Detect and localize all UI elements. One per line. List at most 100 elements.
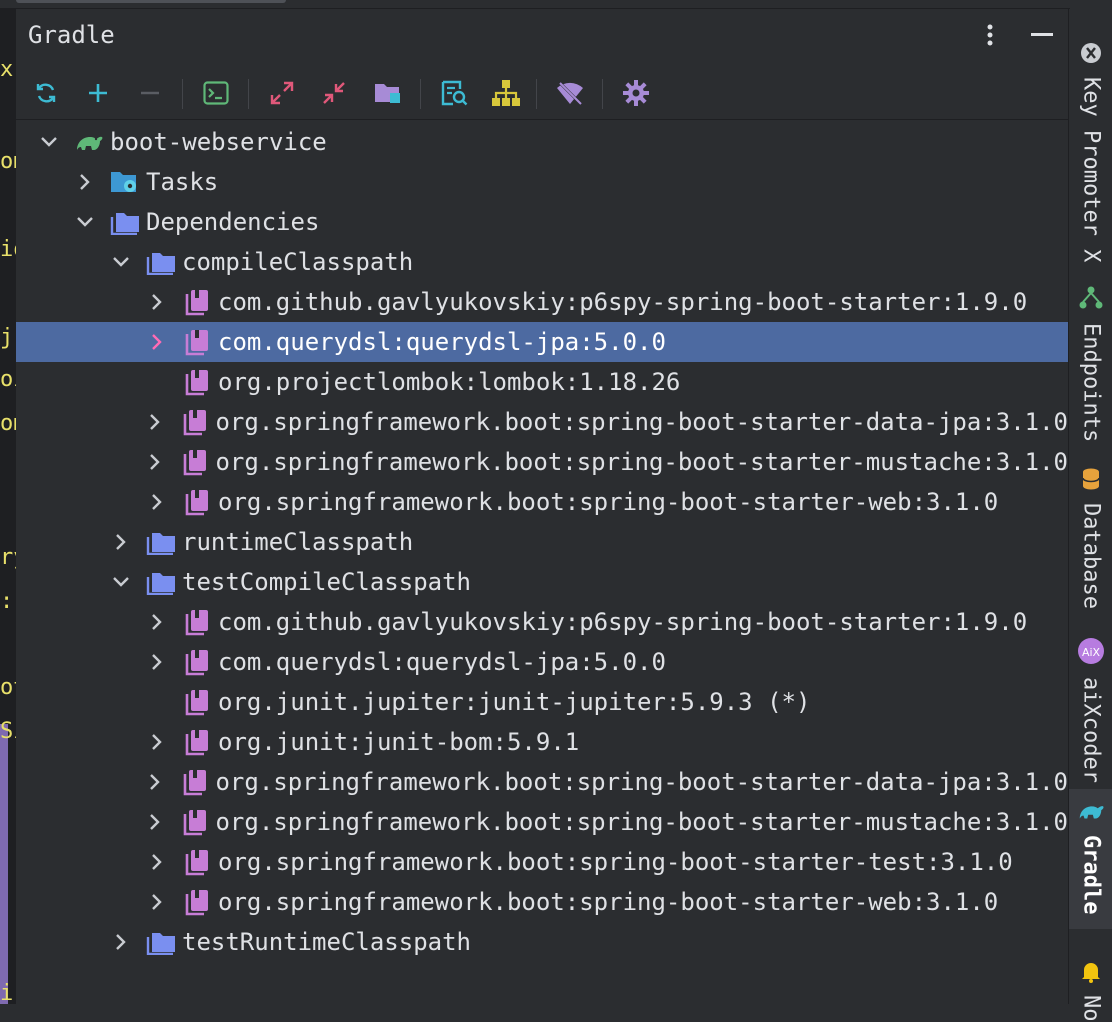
tool-window-title: Gradle bbox=[28, 21, 115, 49]
library-icon bbox=[182, 688, 212, 716]
gradle-toolbar bbox=[16, 67, 1068, 120]
chevron-right-icon[interactable] bbox=[144, 811, 166, 833]
toolbar-separator bbox=[420, 79, 421, 109]
tree-node[interactable]: org.springframework.boot:spring-boot-sta… bbox=[16, 442, 1068, 482]
tree-node[interactable]: org.springframework.boot:spring-boot-sta… bbox=[16, 402, 1068, 442]
editor-code-fragment: om bbox=[0, 411, 16, 436]
tree-node-label: compileClasspath bbox=[182, 248, 414, 276]
tree-node[interactable]: org.projectlombok:lombok:1.18.26 bbox=[16, 362, 1068, 402]
chevron-right-icon[interactable] bbox=[146, 651, 168, 673]
tool-stripe-button[interactable]: AiX aiXcoder bbox=[1069, 627, 1112, 783]
library-icon bbox=[180, 768, 210, 796]
tree-node[interactable]: runtimeClasspath bbox=[16, 522, 1068, 562]
tree-node[interactable]: org.springframework.boot:spring-boot-sta… bbox=[16, 762, 1068, 802]
tree-node-label: testCompileClasspath bbox=[182, 568, 471, 596]
minimize-icon[interactable] bbox=[1026, 19, 1058, 51]
tree-node[interactable]: testRuntimeClasspath bbox=[16, 922, 1068, 962]
tree-node[interactable]: org.springframework.boot:spring-boot-sta… bbox=[16, 482, 1068, 522]
tool-stripe-button[interactable]: No bbox=[1069, 949, 1112, 1022]
tree-node-label: org.projectlombok:lombok:1.18.26 bbox=[218, 368, 681, 396]
chevron-down-icon[interactable] bbox=[110, 251, 132, 273]
folder-icon bbox=[146, 568, 176, 596]
key-promoter-icon bbox=[1079, 41, 1103, 69]
chevron-right-icon[interactable] bbox=[110, 931, 132, 953]
chevron-right-icon[interactable] bbox=[110, 531, 132, 553]
gradle-tool-window: Gradle boot-webservice Tasks Dependencies c… bbox=[16, 9, 1068, 1004]
library-icon bbox=[182, 648, 212, 676]
editor-code-fragment: :: bbox=[0, 589, 16, 614]
tree-node-label: Dependencies bbox=[146, 208, 320, 236]
toggle-offline-icon[interactable] bbox=[552, 75, 588, 111]
add-icon[interactable] bbox=[80, 75, 116, 111]
chevron-down-icon[interactable] bbox=[110, 571, 132, 593]
more-options-icon[interactable] bbox=[976, 19, 1004, 51]
tool-stripe-label: Endpoints bbox=[1078, 323, 1104, 443]
settings-icon[interactable] bbox=[618, 75, 654, 111]
tree-node[interactable]: com.querydsl:querydsl-jpa:5.0.0 bbox=[16, 322, 1068, 362]
chevron-right-icon[interactable] bbox=[144, 771, 166, 793]
tree-node[interactable]: Tasks bbox=[16, 162, 1068, 202]
tool-stripe-label: No bbox=[1078, 995, 1104, 1022]
library-icon bbox=[182, 728, 212, 756]
chevron-right-icon[interactable] bbox=[146, 891, 168, 913]
chevron-right-icon[interactable] bbox=[146, 491, 168, 513]
tasks-folder-icon bbox=[110, 168, 140, 196]
svg-text:AiX: AiX bbox=[1082, 646, 1101, 659]
chevron-right-icon[interactable] bbox=[146, 731, 168, 753]
tree-node-label: Tasks bbox=[146, 168, 219, 196]
tool-stripe-button[interactable]: Database bbox=[1069, 457, 1112, 617]
tree-node-label: com.github.gavlyukovskiy:p6spy-spring-bo… bbox=[218, 288, 1028, 316]
collapse-all-icon[interactable] bbox=[316, 75, 352, 111]
library-icon bbox=[180, 408, 210, 436]
tree-node-label: org.springframework.boot:spring-boot-sta… bbox=[218, 848, 1013, 876]
chevron-right-icon[interactable] bbox=[144, 411, 166, 433]
tree-node[interactable]: Dependencies bbox=[16, 202, 1068, 242]
tree-node[interactable]: compileClasspath bbox=[16, 242, 1068, 282]
chevron-right-icon[interactable] bbox=[146, 851, 168, 873]
notifications-icon bbox=[1079, 959, 1103, 987]
tree-node[interactable]: com.github.gavlyukovskiy:p6spy-spring-bo… bbox=[16, 282, 1068, 322]
reload-icon[interactable] bbox=[28, 75, 64, 111]
tree-node-label: org.springframework.boot:spring-boot-sta… bbox=[215, 768, 1068, 796]
expand-all-icon[interactable] bbox=[264, 75, 300, 111]
tree-node[interactable]: org.springframework.boot:spring-boot-sta… bbox=[16, 842, 1068, 882]
remove-icon[interactable] bbox=[132, 75, 168, 111]
library-icon bbox=[182, 288, 212, 316]
chevron-right-icon[interactable] bbox=[146, 611, 168, 633]
tool-stripe-button[interactable]: Endpoints bbox=[1069, 275, 1112, 445]
terminal-icon[interactable] bbox=[198, 75, 234, 111]
tree-node[interactable]: com.querydsl:querydsl-jpa:5.0.0 bbox=[16, 642, 1068, 682]
tree-node[interactable]: org.junit:junit-bom:5.9.1 bbox=[16, 722, 1068, 762]
dependency-diagram-icon[interactable] bbox=[488, 75, 524, 111]
chevron-right-icon[interactable] bbox=[146, 291, 168, 313]
library-icon bbox=[182, 848, 212, 876]
folder-offline-icon[interactable] bbox=[370, 75, 406, 111]
tool-stripe-button[interactable]: Key Promoter X bbox=[1069, 31, 1112, 263]
library-icon bbox=[182, 328, 212, 356]
tree-node[interactable]: boot-webservice bbox=[16, 122, 1068, 162]
chevron-right-icon[interactable] bbox=[144, 451, 166, 473]
analyze-dependencies-icon[interactable] bbox=[436, 75, 472, 111]
chevron-right-icon[interactable] bbox=[74, 171, 96, 193]
right-tool-stripe: Key Promoter X Endpoints Database AiX aiXcod… bbox=[1068, 9, 1112, 1022]
chevron-down-icon[interactable] bbox=[74, 211, 96, 233]
tool-stripe-label: Key Promoter X bbox=[1078, 77, 1104, 263]
chevron-down-icon[interactable] bbox=[38, 131, 60, 153]
library-icon bbox=[180, 808, 210, 836]
tree-node[interactable]: org.springframework.boot:spring-boot-sta… bbox=[16, 802, 1068, 842]
tool-stripe-button[interactable]: Gradle bbox=[1069, 789, 1112, 929]
editor-code-fragment: ot bbox=[0, 675, 16, 700]
editor-code-fragment: j bbox=[0, 325, 14, 350]
tree-node[interactable]: org.springframework.boot:spring-boot-sta… bbox=[16, 882, 1068, 922]
tree-node[interactable]: org.junit.jupiter:junit-jupiter:5.9.3 (*… bbox=[16, 682, 1068, 722]
tree-node[interactable]: testCompileClasspath bbox=[16, 562, 1068, 602]
folder-icon bbox=[110, 208, 140, 236]
tree-node[interactable]: com.github.gavlyukovskiy:p6spy-spring-bo… bbox=[16, 602, 1068, 642]
tree-node-label: org.springframework.boot:spring-boot-sta… bbox=[215, 808, 1068, 836]
folder-icon bbox=[146, 248, 176, 276]
aixcoder-icon: AiX bbox=[1077, 637, 1105, 669]
tool-stripe-label: Database bbox=[1078, 503, 1104, 609]
chevron-right-icon[interactable] bbox=[146, 331, 168, 353]
editor-edge: xomiojoiomry::otSii bbox=[0, 9, 16, 1004]
